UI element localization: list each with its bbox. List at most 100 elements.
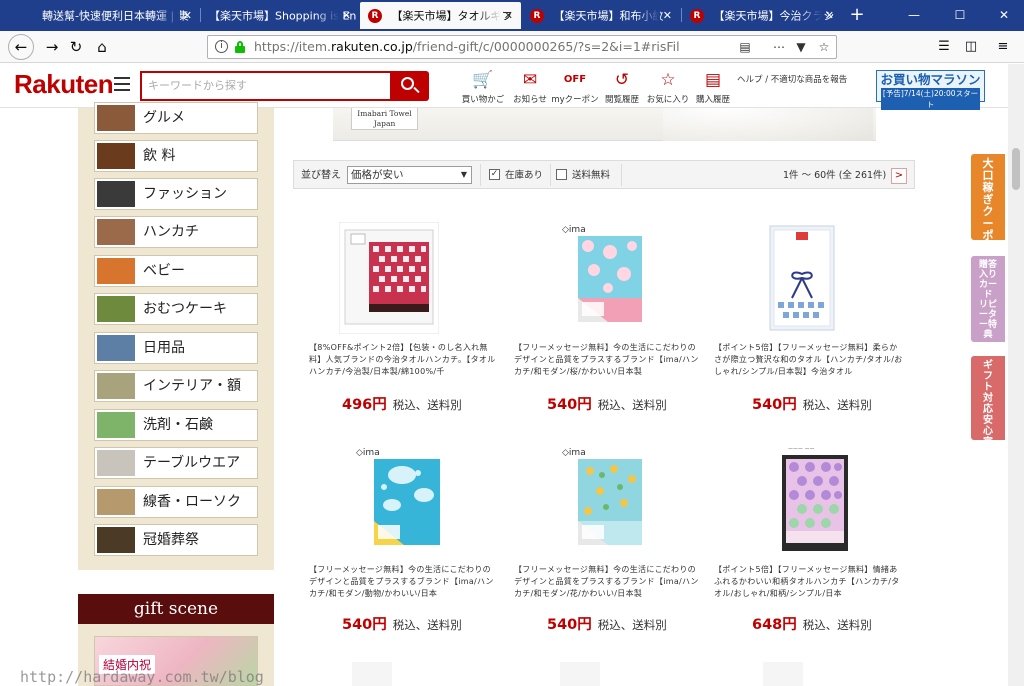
shop-banner[interactable]: Imabari Towel Japan [333,108,876,141]
browser-tab-1[interactable]: 轉送幫-快速便利日本轉運 | 集 ✕ [34,2,200,29]
browser-tab-2[interactable]: 【楽天市場】Shopping is En ✕ [201,2,359,29]
library-icon[interactable]: ☰ [933,36,955,58]
sort-select[interactable]: 価格が安い ▼ [347,166,472,184]
product-image[interactable] [338,221,440,335]
product-image[interactable]: ーーー ーー [756,445,856,557]
product-description[interactable]: 【ポイント5倍】【フリーメッセージ無料】柔らかさが際立つ贅沢な和のタオル【ハンカ… [714,342,904,378]
towel-image [663,108,873,141]
product-description[interactable]: 【8%OFF&ポイント2倍】【包装・のし名入れ無料】人気ブランドの今治タオルハン… [309,342,499,378]
notice-link[interactable]: ✉ お知らせ [510,70,550,106]
bookmark-star-icon[interactable]: ☆ [815,38,833,56]
back-button[interactable]: ← [8,34,34,60]
close-icon[interactable]: ✕ [342,2,351,29]
category-item[interactable]: 日用品 [94,332,258,364]
category-item[interactable]: おむつケーキ [94,293,258,325]
imabari-brand-mark: Imabari Towel Japan [351,108,418,130]
close-icon[interactable]: ✕ [663,2,672,29]
menu-icon[interactable]: ≡ [992,36,1014,58]
category-label: インテリア・額 [143,378,241,394]
next-page-button[interactable]: > [891,168,907,184]
pocket-icon[interactable]: ▼ [792,38,810,56]
product-description[interactable]: 【フリーメッセージ無料】今の生活にこだわりのデザインと品質をプラスするブランド【… [309,564,499,600]
help-link[interactable]: ヘルプ / 不適切な商品を報告 [737,73,847,85]
marathon-banner[interactable]: お買い物マラソン [予告]7/14(土)20:00スタート [876,70,985,110]
info-icon[interactable]: i [215,40,228,53]
svg-text:◇ima: ◇ima [562,225,586,235]
product-description[interactable]: 【ポイント5倍】【フリーメッセージ無料】情緒あふれるかわいい和柄タオルハンカチ【… [714,564,904,600]
product-image[interactable] [560,662,600,686]
rakuten-favicon-icon: R [690,9,704,23]
product-description[interactable]: 【フリーメッセージ無料】今の生活にこだわりのデザインと品質をプラスするブランド【… [514,342,704,378]
coupon-side-tab[interactable]: 大口稼ぎクーポン [971,154,1005,254]
coupon-link[interactable]: OFF myクーポン [551,70,599,106]
category-item[interactable]: インテリア・額 [94,370,258,402]
search-icon [401,77,414,90]
url-bar[interactable]: i https://item.rakuten.co.jp/friend-gift… [207,35,837,59]
category-thumbnail [97,489,135,515]
close-icon[interactable]: ✕ [183,2,192,29]
result-count: 1件 〜 60件 (全 261件) [783,170,887,181]
sidebar-toggle-icon[interactable]: ◫ [960,36,982,58]
in-stock-checkbox[interactable]: ✓ [489,169,500,180]
category-item[interactable]: 洗剤・石鹸 [94,409,258,441]
browser-tab-4[interactable]: R 【楽天市場】和布小紋 ✕ [522,2,680,29]
browser-tab-3[interactable]: R 【楽天市場】タオルギフ ✕ [360,2,521,29]
in-stock-label[interactable]: 在庫あり [505,161,543,190]
price-note: 税込、送料別 [392,398,462,412]
reader-view-icon[interactable]: ▤ [736,38,754,56]
category-item[interactable]: 冠婚葬祭 [94,524,258,556]
purchase-history-icon: ▤ [704,70,722,90]
minimize-button[interactable]: — [892,0,936,31]
home-button[interactable]: ⌂ [89,35,115,59]
price-amount: 540円 [547,617,592,633]
new-tab-button[interactable]: + [848,4,866,26]
browser-nav-bar: ← → ↻ ⌂ i https://item.rakuten.co.jp/fri… [0,31,1024,63]
reload-button[interactable]: ↻ [63,35,89,59]
gift-guarantee-side-tab[interactable]: ギフト対応 安心宣言 [971,356,1005,459]
category-item[interactable]: 線香・ローソク [94,486,258,518]
category-item[interactable]: テーブルウエア [94,447,258,479]
product-image[interactable]: ◇ima [544,445,644,557]
category-menu-icon[interactable] [114,77,130,91]
close-window-button[interactable]: ✕ [982,0,1024,31]
forward-button[interactable]: → [39,35,65,59]
product-price: 540円 税込、送料別 [547,393,667,414]
category-item[interactable]: グルメ [94,102,258,134]
cart-link[interactable]: 🛒 買い物かご [458,70,508,106]
product-description[interactable]: 【フリーメッセージ無料】今の生活にこだわりのデザインと品質をプラスするブランド【… [514,564,704,600]
rakuten-logo[interactable]: Rakuten [14,69,114,100]
scrollbar-thumb[interactable] [1012,148,1020,190]
product-image[interactable] [763,662,803,686]
category-item[interactable]: ファッション [94,178,258,210]
history-link[interactable]: ↺ 閲覧履歴 [601,70,643,106]
category-label: テーブルウエア [143,455,241,471]
lock-icon[interactable] [235,41,245,53]
category-label: ベビー [143,263,185,279]
category-thumbnail [97,258,135,284]
rakuten-favicon-icon: R [368,9,382,23]
search-input[interactable]: キーワードから探す [140,71,390,101]
page-actions-icon[interactable]: ⋯ [770,38,788,56]
close-icon[interactable]: ✕ [504,2,513,29]
url-text[interactable]: https://item.rakuten.co.jp/friend-gift/c… [254,36,680,58]
product-image[interactable]: ◇ima [544,222,644,334]
close-icon[interactable]: ✕ [825,2,834,29]
purchase-history-link[interactable]: ▤ 購入履歴 [693,70,733,106]
category-item[interactable]: ハンカチ [94,216,258,248]
product-image[interactable]: ◇ima [344,445,444,557]
repeater-side-tab[interactable]: 贈答入りカード リピーター特典 [971,256,1005,342]
search-button[interactable] [390,71,429,101]
category-label: 飲 料 [143,148,176,164]
category-label: 冠婚葬祭 [143,532,199,548]
maximize-button[interactable]: ☐ [938,0,982,31]
product-image[interactable] [352,662,392,686]
free-shipping-checkbox[interactable] [556,169,567,180]
favorites-label: お気に入り [646,95,690,105]
vertical-scrollbar[interactable] [1008,64,1024,686]
product-image[interactable] [752,222,852,334]
category-item[interactable]: ベビー [94,255,258,287]
favorites-link[interactable]: ☆ お気に入り [645,70,691,106]
free-shipping-label[interactable]: 送料無料 [572,161,610,190]
category-item[interactable]: 飲 料 [94,140,258,172]
browser-tab-5[interactable]: R 【楽天市場】今治クラシ ✕ [682,2,842,29]
